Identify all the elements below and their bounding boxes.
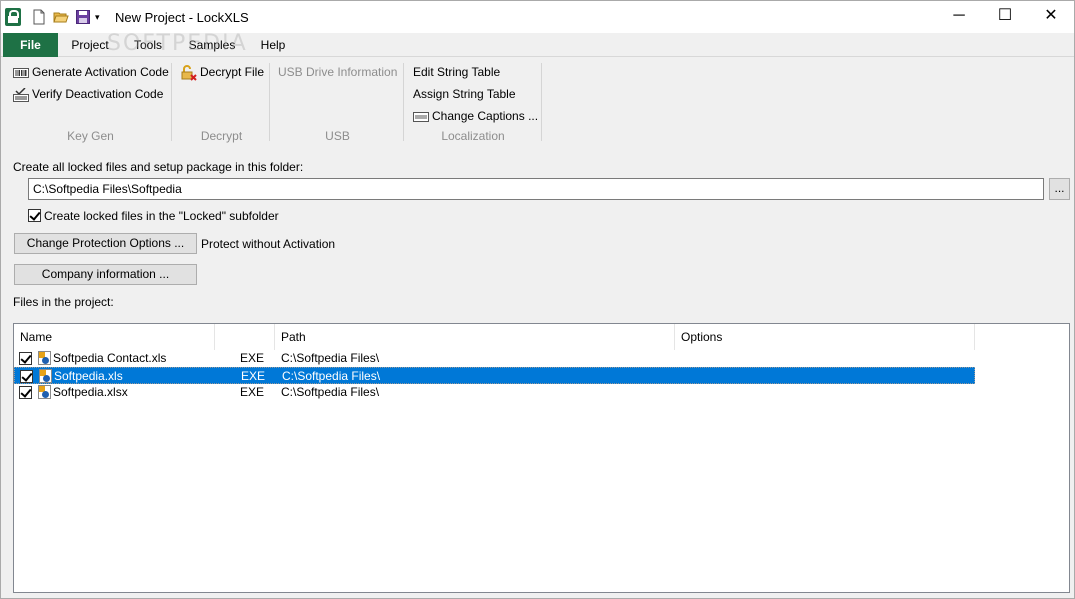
table-row[interactable]: Softpedia Contact.xls EXE C:\Softpedia F… (14, 350, 975, 367)
verify-deactivation-code-label: Verify Deactivation Code (32, 87, 164, 101)
decrypt-file-button[interactable]: Decrypt File (181, 63, 264, 81)
usb-drive-information-button[interactable]: USB Drive Information (278, 63, 397, 81)
change-captions-button[interactable]: Change Captions ... (413, 107, 538, 125)
generate-activation-code-label: Generate Activation Code (32, 65, 169, 79)
file-name: Softpedia Contact.xls (53, 351, 167, 365)
group-label-decrypt: Decrypt (200, 129, 243, 143)
table-row[interactable]: Softpedia.xlsx EXE C:\Softpedia Files\ (14, 384, 975, 401)
excel-file-icon (39, 369, 52, 383)
customize-toolbar-icon[interactable]: ▾ (95, 11, 105, 27)
assign-string-table-button[interactable]: Assign String Table (413, 85, 516, 103)
group-label-localization: Localization (441, 129, 505, 143)
file-type: EXE (241, 369, 266, 383)
tab-help[interactable]: Help (252, 33, 294, 57)
tab-file[interactable]: File (3, 33, 58, 57)
open-folder-icon[interactable] (53, 9, 69, 25)
lock-app-icon[interactable] (5, 8, 21, 26)
excel-file-icon (38, 385, 51, 399)
edit-string-table-button[interactable]: Edit String Table (413, 63, 500, 81)
app-window: ▾ New Project - LockXLS ─ ☐ ✕ File Proje… (0, 0, 1075, 599)
column-header-name[interactable]: Name (14, 324, 215, 350)
ribbon-separator (269, 63, 270, 141)
locked-subfolder-label[interactable]: Create locked files in the "Locked" subf… (44, 209, 279, 223)
browse-folder-button[interactable]: ... (1049, 178, 1070, 200)
maximize-button[interactable]: ☐ (982, 1, 1028, 33)
file-path: C:\Softpedia Files\ (281, 351, 380, 365)
column-header-options[interactable]: Options (675, 324, 975, 350)
window-title: New Project - LockXLS (115, 10, 249, 25)
ribbon-separator (171, 63, 172, 141)
locked-subfolder-checkbox[interactable] (28, 209, 41, 222)
barcode-icon (13, 67, 29, 78)
company-information-button[interactable]: Company information ... (14, 264, 197, 285)
minimize-button[interactable]: ─ (936, 1, 982, 33)
file-path: C:\Softpedia Files\ (281, 385, 380, 399)
ribbon-separator (403, 63, 404, 141)
change-captions-label: Change Captions ... (432, 109, 539, 123)
excel-file-icon (38, 351, 51, 365)
unlock-file-icon (181, 64, 197, 81)
file-path: C:\Softpedia Files\ (282, 369, 381, 383)
column-header-type[interactable] (215, 324, 275, 350)
title-bar: ▾ New Project - LockXLS ─ ☐ ✕ (1, 1, 1074, 33)
file-type: EXE (240, 385, 265, 399)
change-protection-options-button[interactable]: Change Protection Options ... (14, 233, 197, 254)
file-name: Softpedia.xlsx (53, 385, 128, 399)
output-folder-input[interactable]: C:\Softpedia Files\Softpedia (28, 178, 1044, 200)
file-include-checkbox[interactable] (20, 370, 33, 383)
protection-status-text: Protect without Activation (201, 237, 336, 251)
file-include-checkbox[interactable] (19, 386, 32, 399)
group-label-usb: USB (325, 129, 350, 143)
verify-barcode-icon (13, 87, 29, 102)
folder-label: Create all locked files and setup packag… (13, 160, 304, 174)
files-in-project-label: Files in the project: (13, 295, 114, 309)
ribbon-separator (541, 63, 542, 141)
file-name: Softpedia.xls (54, 369, 123, 383)
file-include-checkbox[interactable] (19, 352, 32, 365)
file-type: EXE (240, 351, 265, 365)
generate-activation-code-button[interactable]: Generate Activation Code (13, 63, 169, 81)
captions-icon (413, 111, 429, 122)
project-files-list[interactable]: Name Path Options Softpedia Contact.xls … (13, 323, 1070, 593)
decrypt-file-label: Decrypt File (200, 65, 265, 79)
group-label-keygen: Key Gen (67, 129, 114, 143)
table-row-selected[interactable]: Softpedia.xls EXE C:\Softpedia Files\ (14, 367, 975, 384)
save-icon[interactable] (75, 9, 91, 25)
verify-deactivation-code-button[interactable]: Verify Deactivation Code (13, 85, 163, 103)
new-file-icon[interactable] (31, 9, 47, 25)
ribbon-panel: Generate Activation Code Verify Deactiva… (1, 57, 1074, 147)
column-header-path[interactable]: Path (275, 324, 675, 350)
close-button[interactable]: ✕ (1028, 1, 1074, 33)
watermark: SOFTPEDIA (107, 31, 248, 56)
